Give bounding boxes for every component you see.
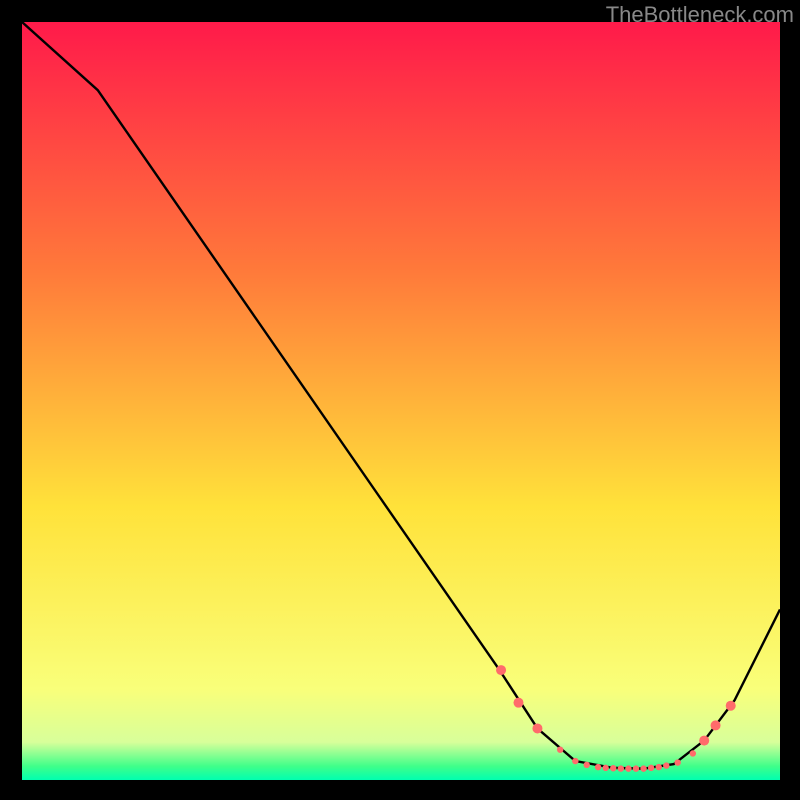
marker-point [625, 765, 631, 771]
marker-point [618, 765, 624, 771]
marker-point [726, 701, 736, 711]
marker-point [513, 698, 523, 708]
marker-point [648, 765, 654, 771]
marker-point [656, 764, 662, 770]
chart-curve-layer [22, 22, 780, 780]
chart-plot-area [22, 22, 780, 780]
marker-point [595, 764, 601, 770]
marker-point [532, 723, 542, 733]
bottleneck-curve [22, 22, 780, 769]
marker-point [584, 762, 590, 768]
marker-point [690, 750, 696, 756]
marker-point [496, 665, 506, 675]
marker-point [663, 762, 669, 768]
marker-point [674, 759, 680, 765]
marker-point [711, 720, 721, 730]
marker-point [640, 765, 646, 771]
marker-point [633, 765, 639, 771]
marker-point [557, 746, 563, 752]
marker-point [610, 765, 616, 771]
watermark-text: TheBottleneck.com [606, 2, 794, 28]
marker-point [699, 736, 709, 746]
marker-point [572, 758, 578, 764]
marker-point [602, 765, 608, 771]
